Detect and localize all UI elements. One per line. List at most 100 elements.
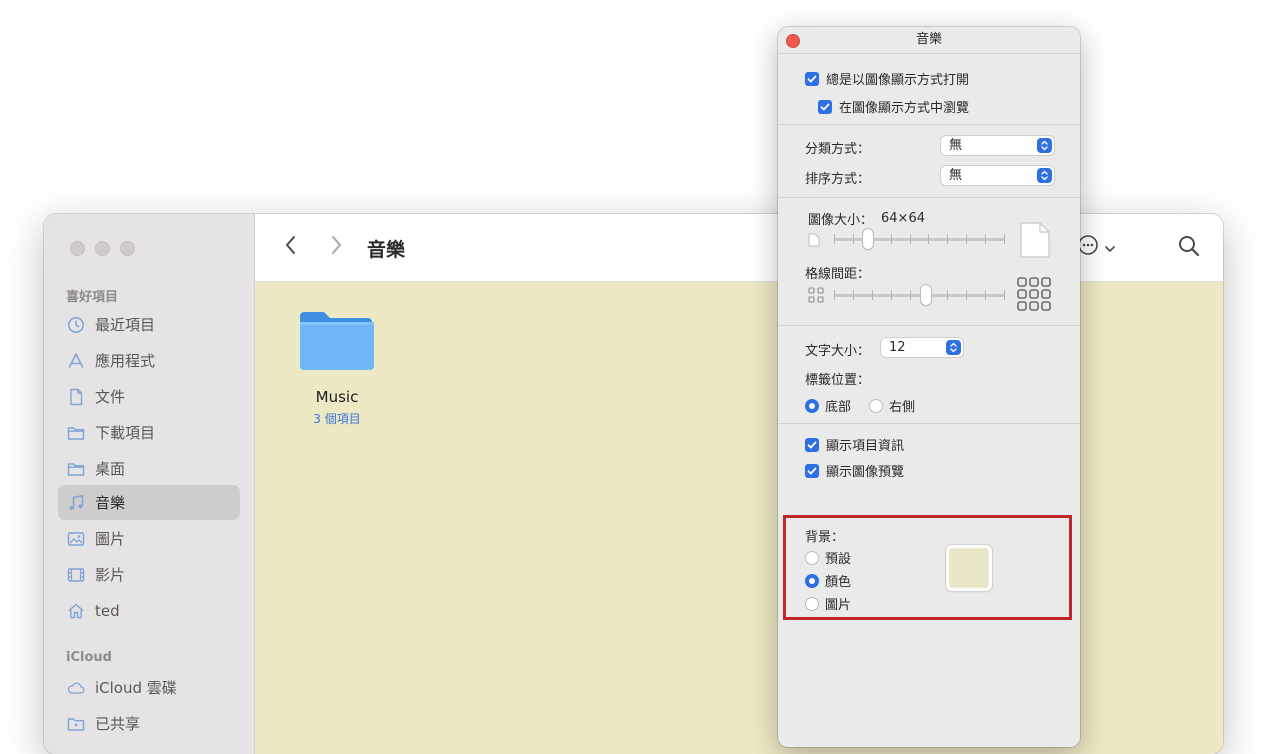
back-button[interactable] xyxy=(279,234,303,260)
updown-arrows-icon xyxy=(946,340,961,355)
sidebar-item-home[interactable]: ted xyxy=(58,593,240,628)
sidebar-item-movies[interactable]: 影片 xyxy=(58,557,240,592)
folder-icon xyxy=(67,424,95,442)
large-document-icon xyxy=(1019,221,1051,263)
sidebar-item-documents[interactable]: 文件 xyxy=(58,379,240,414)
slider-tick xyxy=(871,290,873,300)
radio-off-icon xyxy=(805,596,819,611)
slider-tick xyxy=(890,290,892,300)
home-icon xyxy=(67,602,95,620)
slider-knob[interactable] xyxy=(863,229,873,249)
folder-name: Music xyxy=(315,388,359,406)
slider-tick xyxy=(909,290,911,300)
folder-item[interactable]: Music 3 個項目 xyxy=(297,308,377,426)
ellipsis-circle-icon xyxy=(1077,234,1099,260)
group-by-label: 分類方式： xyxy=(805,142,871,157)
divider xyxy=(778,53,1080,54)
document-icon xyxy=(67,388,95,406)
slider-tick xyxy=(852,234,854,244)
small-document-icon xyxy=(808,232,820,251)
sidebar-item-desktop[interactable]: 桌面 xyxy=(58,451,240,486)
background-color-well[interactable] xyxy=(946,545,992,591)
checkmark-icon xyxy=(805,437,819,452)
sidebar-item-label: 文件 xyxy=(95,388,126,406)
checkmark-icon xyxy=(805,463,819,478)
clock-icon xyxy=(67,316,95,334)
sidebar-item-icloud-drive[interactable]: iCloud 雲碟 xyxy=(58,670,240,705)
sidebar-item-label: 音樂 xyxy=(95,494,126,512)
sidebar-item-label: iCloud 雲碟 xyxy=(95,679,177,697)
panel-title: 音樂 xyxy=(915,32,942,47)
radio-label: 顏色 xyxy=(825,575,852,590)
grid-spacing-label: 格線間距： xyxy=(805,267,871,282)
window-controls xyxy=(70,241,135,256)
sidebar-item-shared[interactable]: 已共享 xyxy=(58,706,240,741)
search-button[interactable] xyxy=(1177,234,1201,258)
icon-size-slider[interactable] xyxy=(834,229,1005,249)
slider-tick xyxy=(909,234,911,244)
slider-tick xyxy=(947,290,949,300)
slider-tick xyxy=(985,234,987,244)
background-default-radio[interactable]: 預設 xyxy=(805,548,851,567)
view-options-panel: 音樂 總是以圖像顯示方式打開 在圖像顯示方式中瀏覽 分類方式： 無 排序方式： … xyxy=(778,27,1080,747)
sidebar-item-label: 應用程式 xyxy=(95,352,156,370)
sidebar-item-label: 最近項目 xyxy=(95,316,156,334)
label-right-radio[interactable]: 右側 xyxy=(869,396,915,415)
browse-icon-view-checkbox[interactable]: 在圖像顯示方式中瀏覽 xyxy=(818,97,969,116)
updown-arrows-icon xyxy=(1037,138,1052,153)
forward-button[interactable] xyxy=(324,234,348,260)
slider-tick xyxy=(985,290,987,300)
checkbox-label: 顯示圖像預覽 xyxy=(826,465,905,480)
checkmark-icon xyxy=(805,71,819,86)
close-button[interactable] xyxy=(70,241,85,256)
background-picture-radio[interactable]: 圖片 xyxy=(805,594,851,613)
sidebar-item-pictures[interactable]: 圖片 xyxy=(58,521,240,556)
background-color-radio[interactable]: 顏色 xyxy=(805,571,851,590)
sort-by-select[interactable]: 無 xyxy=(941,166,1054,185)
radio-on-icon xyxy=(805,573,819,588)
divider xyxy=(778,124,1080,125)
slider-tick xyxy=(852,290,854,300)
select-value: 12 xyxy=(889,340,906,355)
slider-tick xyxy=(1004,234,1005,244)
text-size-label: 文字大小： xyxy=(805,344,871,359)
radio-on-icon xyxy=(805,398,819,413)
text-size-select[interactable]: 12 xyxy=(881,338,963,357)
zoom-button[interactable] xyxy=(120,241,135,256)
sidebar-item-recents[interactable]: 最近項目 xyxy=(58,307,240,342)
slider-knob[interactable] xyxy=(920,285,931,305)
slider-tick xyxy=(966,234,968,244)
cloud-icon xyxy=(67,679,95,697)
label-bottom-radio[interactable]: 底部 xyxy=(805,396,851,415)
sidebar-item-label: 影片 xyxy=(95,566,126,584)
sidebar-item-label: 下載項目 xyxy=(95,424,156,442)
sidebar-item-downloads[interactable]: 下載項目 xyxy=(58,415,240,450)
select-value: 無 xyxy=(949,138,963,153)
checkbox-label: 顯示項目資訊 xyxy=(826,439,905,454)
show-item-info-checkbox[interactable]: 顯示項目資訊 xyxy=(805,435,904,454)
slider-tick xyxy=(928,234,930,244)
more-actions-button[interactable] xyxy=(1077,234,1127,260)
minimize-button[interactable] xyxy=(95,241,110,256)
slider-tick xyxy=(1004,290,1005,300)
music-icon xyxy=(67,494,95,512)
chevron-down-icon xyxy=(1105,238,1115,257)
sidebar-item-music[interactable]: 音樂 xyxy=(58,485,240,520)
updown-arrows-icon xyxy=(1037,168,1052,183)
apps-icon xyxy=(67,352,95,370)
small-grid-icon xyxy=(808,287,824,307)
checkbox-label: 在圖像顯示方式中瀏覽 xyxy=(839,101,970,116)
radio-off-icon xyxy=(869,398,883,413)
folder-item-count: 3 個項目 xyxy=(313,412,361,426)
grid-spacing-slider[interactable] xyxy=(834,285,1005,305)
folder-icon xyxy=(67,460,95,478)
group-by-select[interactable]: 無 xyxy=(941,136,1054,155)
always-open-icon-view-checkbox[interactable]: 總是以圖像顯示方式打開 xyxy=(805,69,969,88)
divider xyxy=(778,423,1080,424)
sidebar-section-favorites: 喜好項目 xyxy=(66,290,119,305)
shared-folder-icon xyxy=(67,715,95,733)
sidebar-item-applications[interactable]: 應用程式 xyxy=(58,343,240,378)
photo-icon xyxy=(67,530,95,548)
slider-tick xyxy=(966,290,968,300)
show-icon-preview-checkbox[interactable]: 顯示圖像預覽 xyxy=(805,461,904,480)
